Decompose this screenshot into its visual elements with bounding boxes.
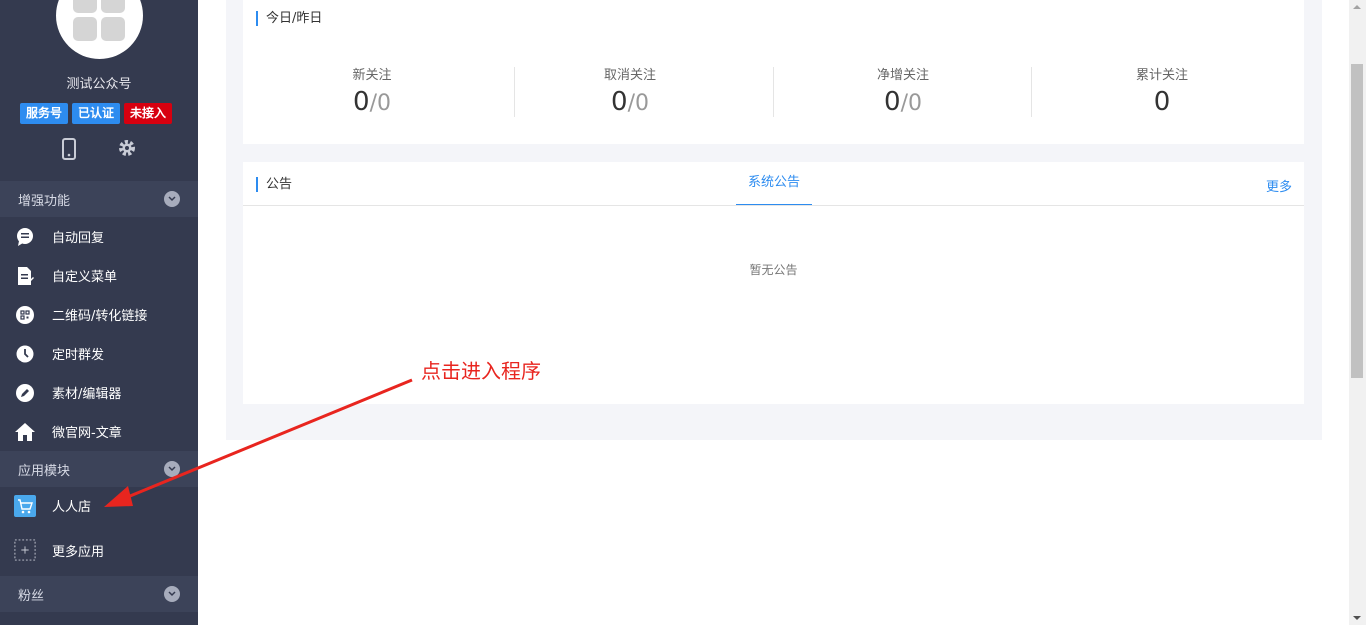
scroll-thumb[interactable] bbox=[1351, 64, 1363, 378]
page-root: 测试公众号 服务号 已认证 未接入 增强功能 自动回复 自定义菜单 二维码/转化… bbox=[0, 0, 1366, 625]
annotation-arrow bbox=[104, 378, 413, 507]
scroll-up-arrow-icon[interactable] bbox=[1353, 5, 1361, 9]
vertical-scrollbar[interactable] bbox=[1349, 0, 1366, 625]
scroll-down-arrow-icon[interactable] bbox=[1353, 616, 1361, 620]
